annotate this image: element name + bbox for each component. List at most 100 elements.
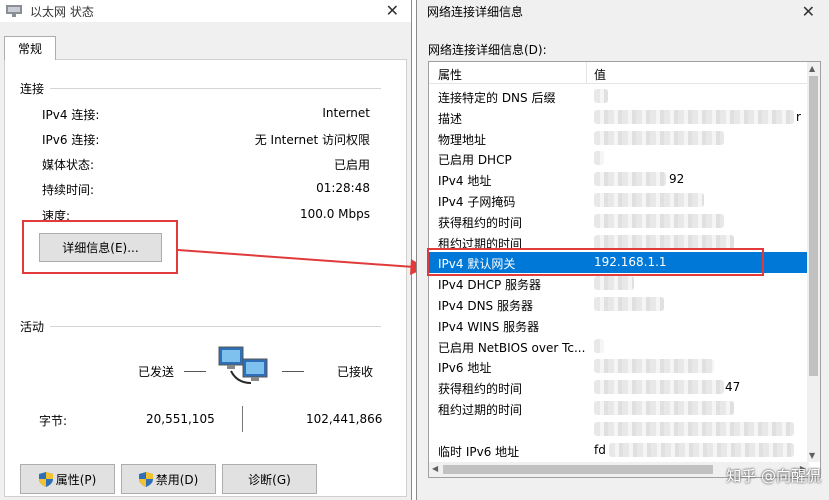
received-dash [282, 371, 304, 372]
property-name: IPv4 子网掩码 [438, 195, 516, 209]
property-name: IPv4 DNS 服务器 [438, 299, 533, 313]
details-highlight-box [22, 220, 178, 274]
property-value: 47 [725, 380, 741, 395]
bytes-divider [242, 406, 243, 432]
blurred-value [594, 151, 604, 166]
ipv4-connectivity-value: Internet [322, 106, 370, 120]
shield-icon [38, 471, 53, 487]
duration-value: 01:28:48 [316, 181, 370, 195]
disable-button-label: 禁用(D) [155, 472, 199, 487]
blurred-value [609, 442, 794, 457]
blurred-value [594, 421, 794, 436]
speed-value: 100.0 Mbps [299, 207, 370, 221]
scroll-up-icon[interactable]: ▲ [809, 64, 815, 73]
media-state-label: 媒体状态: [42, 158, 95, 172]
highlight-arrow [178, 249, 426, 275]
vertical-scroll-thumb[interactable] [809, 76, 818, 376]
property-name: IPv4 WINS 服务器 [438, 319, 540, 334]
column-header-value[interactable]: 值 [594, 66, 606, 83]
property-value: fd [594, 442, 606, 457]
close-icon[interactable]: ✕ [802, 2, 815, 21]
connection-group-label: 连接 [20, 82, 45, 96]
blurred-value [594, 297, 664, 311]
sent-label: 已发送 [138, 365, 175, 379]
property-name: IPv4 DHCP 服务器 [438, 278, 542, 293]
property-name: 物理地址 [438, 132, 487, 147]
shield-icon [138, 471, 153, 487]
property-value: 92 [669, 172, 685, 187]
list-item[interactable]: IPv4 DHCP 服务器 [429, 273, 809, 294]
blurred-value [594, 109, 794, 124]
blurred-value [594, 401, 734, 415]
details-list-label: 网络连接详细信息(D): [428, 43, 547, 57]
blurred-value [594, 172, 666, 187]
group-divider [50, 326, 381, 327]
blurred-value [594, 359, 714, 374]
ipv6-connectivity-value: 无 Internet 访问权限 [254, 133, 370, 147]
list-item[interactable]: 已启用 DHCP [429, 148, 809, 169]
window-title: 网络连接详细信息 [427, 5, 524, 19]
list-header: 属性 值 [429, 62, 809, 84]
column-separator[interactable] [586, 62, 587, 84]
property-value: r [796, 109, 801, 124]
list-item[interactable]: IPv4 WINS 服务器 [429, 315, 809, 336]
column-header-property[interactable]: 属性 [438, 66, 462, 83]
list-item[interactable]: 租约过期的时间 [429, 398, 809, 419]
blurred-value [594, 276, 634, 291]
list-item[interactable]: 物理地址 [429, 128, 809, 149]
window-title: 以太网 状态 [30, 4, 94, 19]
property-name: IPv6 地址 [438, 361, 492, 376]
properties-button-label: 属性(P) [55, 472, 97, 487]
blurred-value [594, 380, 724, 395]
bytes-sent-value: 20,551,105 [146, 412, 215, 426]
list-item[interactable]: 临时 IPv6 地址 fd [429, 440, 809, 461]
network-adapter-icon [6, 5, 22, 17]
gateway-highlight-box [427, 248, 764, 276]
property-name: 租约过期的时间 [438, 403, 523, 417]
list-item[interactable]: 描述 r [429, 107, 809, 128]
list-item[interactable]: 获得租约的时间 47 [429, 377, 809, 398]
blurred-value [594, 338, 604, 353]
tab-general[interactable]: 常规 [4, 36, 56, 60]
list-item[interactable]: IPv4 地址 92 [429, 169, 809, 190]
activity-group-label: 活动 [20, 320, 45, 334]
network-computers-icon [217, 345, 271, 390]
media-state-value: 已启用 [333, 158, 370, 172]
list-item[interactable]: IPv6 地址 [429, 356, 809, 377]
disable-button[interactable]: 禁用(D) [121, 464, 216, 494]
blurred-value [594, 234, 734, 249]
scroll-down-icon[interactable]: ▼ [809, 451, 815, 460]
close-icon[interactable]: ✕ [386, 1, 399, 20]
duration-label: 持续时间: [42, 183, 95, 197]
property-name: 已启用 DHCP [438, 153, 512, 168]
ipv6-connectivity-label: IPv6 连接: [42, 133, 100, 147]
property-name: 描述 [438, 111, 463, 126]
blurred-value [594, 89, 608, 103]
property-name: 获得租约的时间 [438, 215, 523, 230]
diagnose-button[interactable]: 诊断(G) [222, 464, 317, 494]
property-name: 临时 IPv6 地址 [438, 444, 520, 459]
title-bar: 以太网 状态 ✕ [0, 0, 411, 22]
property-name: 连接特定的 DNS 后缀 [438, 91, 556, 105]
received-label: 已接收 [337, 365, 374, 379]
group-divider [50, 88, 381, 89]
list-item[interactable] [429, 419, 809, 440]
vertical-scrollbar[interactable]: ▲ ▼ [807, 62, 820, 462]
scroll-left-icon[interactable]: ◀ [432, 464, 438, 473]
blurred-value [594, 193, 704, 207]
property-name: IPv4 地址 [438, 174, 492, 189]
sent-dash [184, 371, 206, 372]
list-item[interactable]: IPv4 子网掩码 [429, 190, 809, 211]
blurred-value [594, 130, 724, 145]
watermark: 知乎 @向醒侃 [726, 467, 821, 485]
list-item[interactable]: 连接特定的 DNS 后缀 [429, 86, 809, 107]
list-item[interactable]: 已启用 NetBIOS over Tc... [429, 336, 809, 357]
horizontal-scroll-thumb[interactable] [443, 465, 713, 474]
properties-button[interactable]: 属性(P) [20, 464, 115, 494]
blurred-value [594, 213, 724, 228]
ipv4-connectivity-label: IPv4 连接: [42, 108, 100, 122]
list-item[interactable]: 获得租约的时间 [429, 211, 809, 232]
property-name: 已启用 NetBIOS over Tc... [438, 340, 586, 355]
bytes-label: 字节: [39, 414, 68, 428]
list-item[interactable]: IPv4 DNS 服务器 [429, 294, 809, 315]
